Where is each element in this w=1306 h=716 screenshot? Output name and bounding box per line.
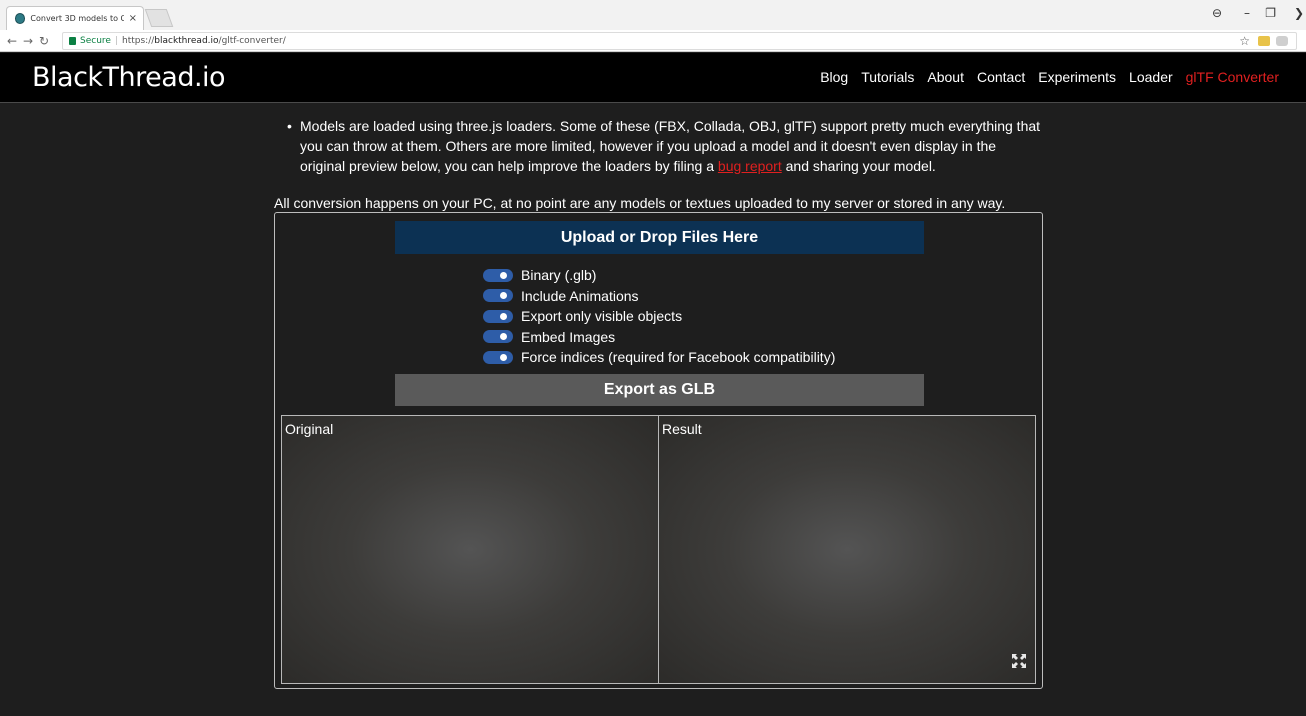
export-button[interactable]: Export as GLB: [395, 374, 924, 406]
favicon-icon: [15, 13, 26, 24]
nav-tutorials[interactable]: Tutorials: [861, 69, 914, 85]
bookmark-star-icon[interactable]: ☆: [1239, 34, 1250, 48]
url-text: https://blackthread.io/gltf-converter/: [122, 36, 286, 46]
tab-title: Convert 3D models to GL: [30, 14, 124, 23]
force-indices-toggle[interactable]: [483, 350, 513, 364]
nav-about[interactable]: About: [927, 69, 964, 85]
bug-report-link[interactable]: bug report: [718, 158, 782, 174]
privacy-notice: All conversion happens on your PC, at no…: [274, 195, 1006, 211]
url-domain: blackthread.io: [154, 36, 219, 46]
url-separator: |: [114, 36, 118, 46]
animations-toggle[interactable]: [483, 289, 513, 303]
bullet-dot: •: [287, 118, 292, 134]
result-label: Result: [662, 421, 702, 437]
result-viewer[interactable]: Result: [658, 415, 1036, 684]
upload-button[interactable]: Upload or Drop Files Here: [395, 221, 924, 254]
visible-only-toggle[interactable]: [483, 309, 513, 323]
nav-contact[interactable]: Contact: [977, 69, 1025, 85]
option-label: Force indices (required for Facebook com…: [521, 349, 836, 366]
option-label: Export only visible objects: [521, 308, 683, 325]
embed-images-toggle[interactable]: [483, 330, 513, 344]
browser-tabbar: Convert 3D models to GL × ⊖ – ❐ ❯: [0, 0, 1306, 30]
nav-blog[interactable]: Blog: [820, 69, 848, 85]
lock-icon: [69, 37, 76, 45]
url-scheme: https://: [122, 36, 155, 46]
bullet-text-after: and sharing your model.: [781, 158, 936, 174]
forward-icon[interactable]: →: [20, 34, 36, 48]
new-tab-button[interactable]: [144, 9, 174, 27]
url-input[interactable]: Secure | https://blackthread.io/gltf-con…: [62, 32, 1297, 50]
tab-close-icon[interactable]: ×: [129, 13, 143, 24]
minimize-icon[interactable]: –: [1244, 6, 1250, 20]
nav-experiments[interactable]: Experiments: [1038, 69, 1116, 85]
main-nav: Blog Tutorials About Contact Experiments…: [820, 69, 1279, 85]
nav-loader[interactable]: Loader: [1129, 69, 1173, 85]
reload-icon[interactable]: ↻: [36, 34, 52, 48]
binary-toggle[interactable]: [483, 268, 513, 282]
close-window-icon[interactable]: ❯: [1294, 6, 1304, 20]
loader-info-bullet: • Models are loaded using three.js loader…: [274, 116, 1044, 176]
fullscreen-icon[interactable]: [1011, 653, 1027, 669]
option-binary: Binary (.glb): [483, 265, 835, 286]
address-bar: ← → ↻ Secure | https://blackthread.io/gl…: [0, 30, 1306, 52]
nav-gltf-converter[interactable]: glTF Converter: [1186, 69, 1279, 85]
browser-tab[interactable]: Convert 3D models to GL ×: [6, 6, 144, 30]
original-viewer[interactable]: Original: [281, 415, 659, 684]
extension-icon[interactable]: [1258, 36, 1270, 46]
option-force-indices: Force indices (required for Facebook com…: [483, 347, 835, 368]
original-label: Original: [285, 421, 334, 437]
option-label: Include Animations: [521, 287, 639, 304]
option-embed-images: Embed Images: [483, 327, 835, 348]
url-path: /gltf-converter/: [218, 36, 286, 46]
extension-icon-2[interactable]: [1276, 36, 1288, 46]
option-animations: Include Animations: [483, 286, 835, 307]
site-header: BlackThread.io Blog Tutorials About Cont…: [0, 53, 1306, 103]
restore-icon[interactable]: ❐: [1265, 6, 1276, 20]
back-icon[interactable]: ←: [4, 34, 20, 48]
site-logo[interactable]: BlackThread.io: [32, 62, 226, 93]
secure-label: Secure: [80, 36, 111, 46]
option-visible-only: Export only visible objects: [483, 306, 835, 327]
option-label: Embed Images: [521, 328, 616, 345]
profile-icon[interactable]: ⊖: [1212, 6, 1222, 20]
export-options: Binary (.glb) Include Animations Export …: [483, 265, 835, 368]
option-label: Binary (.glb): [521, 267, 597, 284]
converter-panel: Upload or Drop Files Here Binary (.glb) …: [274, 212, 1043, 689]
